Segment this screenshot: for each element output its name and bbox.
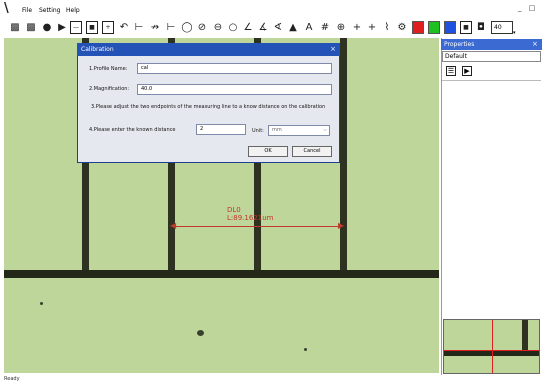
measurement-endpoint-left[interactable]: ◀ (170, 222, 178, 230)
window-controls: _ □ (518, 4, 540, 14)
profile-name-label: 1.Profile Name: (89, 66, 128, 72)
known-distance-label: 4.Please enter the known distance (89, 127, 176, 133)
magnification-input[interactable]: 40.0 (137, 84, 332, 95)
circle-center-tool-icon[interactable]: ⊖ (212, 21, 224, 34)
blue-color-swatch[interactable] (444, 21, 456, 34)
zoom-dropdown-icon[interactable]: ▾ (513, 30, 519, 36)
target-tool-icon[interactable]: ⊕ (335, 21, 347, 34)
camera-settings-icon[interactable]: ▩ (25, 21, 37, 34)
polyline-tool-icon[interactable]: ↛ (149, 21, 161, 34)
ellipse-tool-icon[interactable]: ○ (227, 21, 239, 34)
chevron-down-icon: ⌵ (323, 127, 327, 133)
measurement-line[interactable] (172, 226, 342, 227)
play-icon[interactable]: ▶ (56, 21, 68, 34)
debris-speck (40, 302, 43, 305)
red-color-swatch[interactable] (412, 21, 424, 34)
known-distance-input[interactable]: 2 (196, 124, 246, 135)
count-tool-icon[interactable]: ▲ (287, 21, 299, 34)
camera-icon[interactable]: ● (41, 21, 53, 34)
dialog-close-button[interactable]: × (328, 45, 338, 54)
undo-icon[interactable]: ↶ (118, 21, 130, 34)
debris-speck (304, 348, 307, 351)
parallel-tool-icon[interactable]: ⊢ (165, 21, 177, 34)
debris-speck (197, 330, 204, 336)
unit-select[interactable]: mm ⌵ (268, 125, 330, 136)
grid-tool-icon[interactable]: # (319, 21, 331, 34)
calibration-instruction: 3.Please adjust the two endpoints of the… (91, 104, 326, 110)
cross-tool-icon[interactable]: + (366, 21, 378, 34)
status-text: Ready (4, 376, 20, 382)
split-window-icon[interactable]: ■ (86, 21, 98, 34)
window-icon[interactable]: — (70, 21, 82, 34)
menu-bar: \ File Setting Help (0, 0, 542, 18)
measurement-name: DL0 (227, 206, 241, 214)
preview-crosshair-v (492, 320, 493, 373)
properties-list-icon[interactable]: ☰ (446, 66, 456, 76)
grid-window-icon[interactable]: + (102, 21, 114, 34)
navigator-preview[interactable] (443, 319, 540, 374)
properties-title: Properties (441, 39, 542, 50)
scale-line (340, 38, 347, 271)
scale-baseline (4, 270, 439, 278)
measurement-length: L:89.1621um (227, 214, 274, 222)
measurement-endpoint-right[interactable]: ▶ (338, 222, 346, 230)
calibration-dialog (77, 43, 340, 163)
calibration-icon[interactable]: ⌇ (381, 21, 393, 34)
cancel-button[interactable]: Cancel (292, 146, 332, 157)
dialog-title: Calibration (77, 43, 340, 56)
properties-close-button[interactable]: × (532, 39, 541, 50)
text-tool-icon[interactable]: A (303, 21, 315, 34)
zoom-field[interactable]: 40 (491, 21, 513, 34)
angle-3pt-tool-icon[interactable]: ∢ (272, 21, 284, 34)
camera-snapshot-icon[interactable]: ▩ (9, 21, 21, 34)
properties-export-icon[interactable]: ▶ (462, 66, 472, 76)
unit-value: mm (272, 127, 282, 133)
magnification-label: 2.Magnification: (89, 86, 130, 92)
properties-profile-select[interactable]: Default (442, 51, 541, 62)
properties-content (442, 80, 541, 316)
angle-tool-icon[interactable]: ∡ (257, 21, 269, 34)
green-color-swatch[interactable] (428, 21, 440, 34)
minimize-button[interactable]: _ (518, 4, 522, 12)
status-bar: Ready (0, 376, 542, 383)
arc-tool-icon[interactable]: ∠ (242, 21, 254, 34)
app-logo: \ (4, 1, 9, 16)
unit-label: Unit: (252, 128, 264, 134)
ok-button[interactable]: OK (248, 146, 288, 157)
line-tool-icon[interactable]: ⊢ (133, 21, 145, 34)
profile-name-input[interactable]: cal (137, 63, 332, 74)
line-style-icon[interactable]: ■ (460, 21, 472, 34)
menu-setting[interactable]: Setting (39, 7, 60, 15)
circle-tool-icon[interactable]: ⊘ (196, 21, 208, 34)
preview-scale-line (522, 320, 528, 352)
crosshair-tool-icon[interactable]: + (351, 21, 363, 34)
menu-help[interactable]: Help (66, 7, 80, 15)
line-width-icon[interactable]: ◘ (475, 21, 487, 34)
settings-tool-icon[interactable]: ⚙ (396, 21, 408, 34)
menu-file[interactable]: File (22, 7, 32, 15)
polygon-tool-icon[interactable]: ◯ (181, 21, 193, 34)
restore-button[interactable]: □ (529, 4, 536, 12)
